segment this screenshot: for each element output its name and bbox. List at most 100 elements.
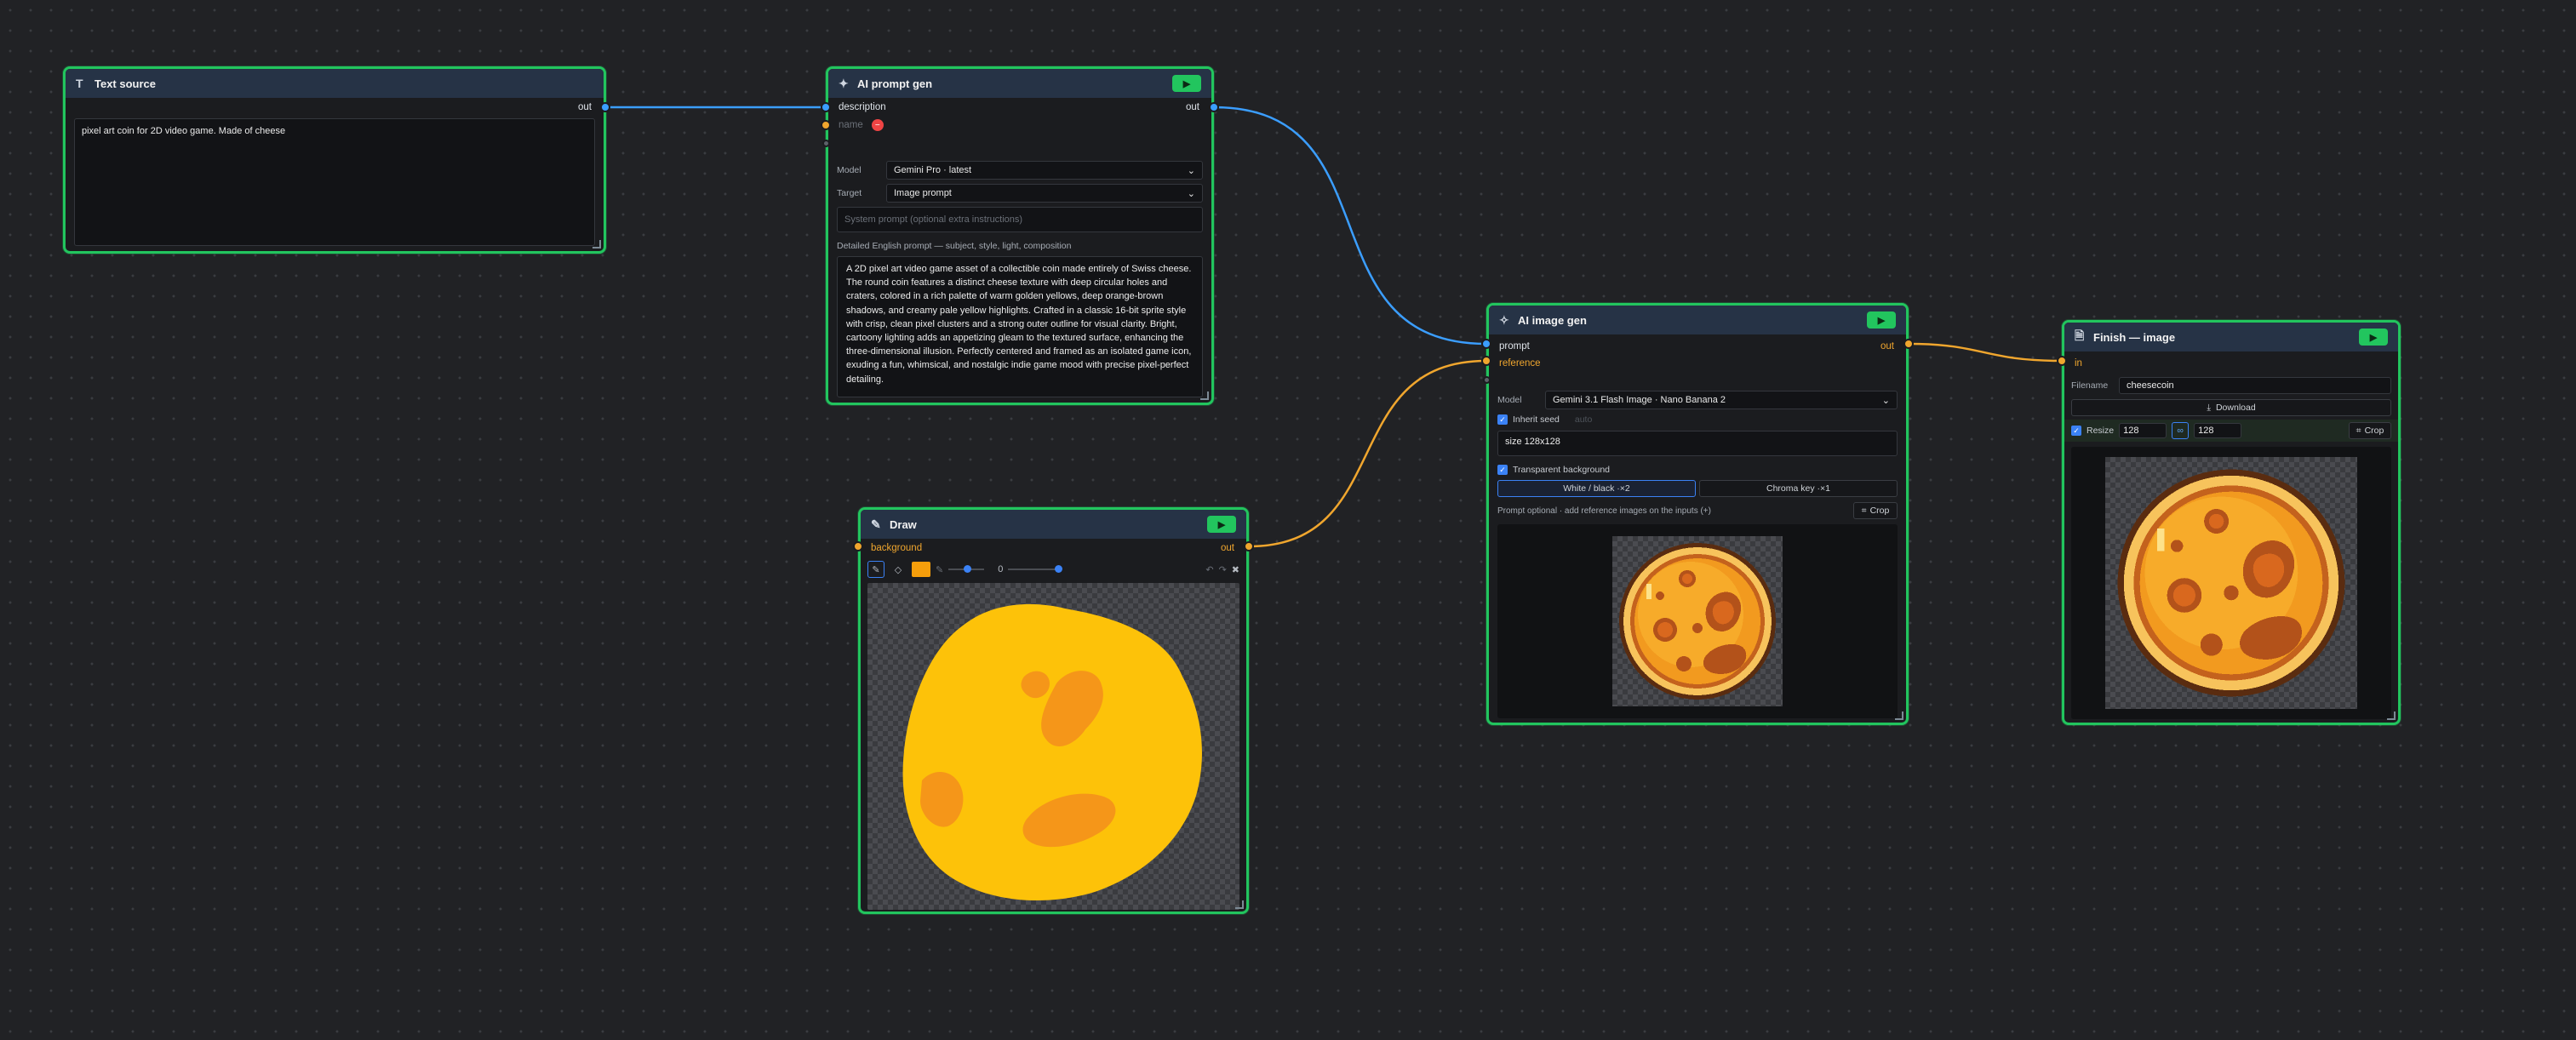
inherit-seed-checkbox[interactable]: ✓ bbox=[1497, 414, 1508, 425]
filename-row: Filename cheesecoin bbox=[2064, 375, 2398, 396]
input-prompt-label: prompt bbox=[1499, 341, 1530, 351]
image-gen-reference-socket[interactable] bbox=[1481, 356, 1491, 366]
target-select[interactable]: Image prompt ⌄ bbox=[886, 184, 1203, 203]
draw-background-socket[interactable] bbox=[853, 541, 863, 551]
width-value: 128 bbox=[2123, 426, 2139, 436]
run-button[interactable]: ▶ bbox=[1172, 75, 1201, 92]
resize-handle[interactable] bbox=[592, 240, 601, 249]
run-button[interactable]: ▶ bbox=[1867, 311, 1896, 329]
chevron-down-icon: ⌄ bbox=[1187, 165, 1195, 176]
generated-image-preview[interactable] bbox=[1497, 524, 1898, 718]
crop-icon: ⌗ bbox=[2356, 425, 2361, 436]
image-gen-output-socket[interactable] bbox=[1903, 339, 1914, 349]
download-button[interactable]: ⤓ Download bbox=[2071, 399, 2391, 416]
text-source-output-socket[interactable] bbox=[600, 102, 610, 112]
file-icon: 🗎 bbox=[2075, 329, 2085, 342]
resize-checkbox[interactable]: ✓ bbox=[2071, 426, 2081, 436]
image-gen-prompt-socket[interactable] bbox=[1481, 339, 1491, 349]
filename-value: cheesecoin bbox=[2127, 380, 2174, 391]
output-label: out bbox=[1880, 341, 1894, 351]
node-header[interactable]: 🗎 Finish — image ▶ bbox=[2064, 323, 2398, 351]
node-header[interactable]: ✦ AI prompt gen ▶ bbox=[828, 69, 1211, 98]
undo-icon[interactable]: ↶ bbox=[1205, 564, 1213, 575]
text-source-node[interactable]: T Text source out pixel art coin for 2D … bbox=[63, 66, 606, 254]
crop-label: Crop bbox=[2364, 426, 2384, 436]
filename-input[interactable]: cheesecoin bbox=[2119, 377, 2391, 394]
finish-node[interactable]: 🗎 Finish — image ▶ in Filename cheesecoi… bbox=[2062, 320, 2401, 725]
eraser-tool-icon[interactable]: ◇ bbox=[890, 561, 907, 578]
final-image-preview[interactable] bbox=[2071, 447, 2391, 719]
prompt-gen-output-socket[interactable] bbox=[1209, 102, 1219, 112]
crop-label: Crop bbox=[1869, 506, 1890, 516]
coin-image-frame bbox=[1612, 536, 1783, 706]
prompt-gen-node[interactable]: ✦ AI prompt gen ▶ description out name −… bbox=[826, 66, 1214, 405]
height-input[interactable]: 128 bbox=[2194, 423, 2242, 438]
link-icon[interactable]: ∞ bbox=[2172, 422, 2190, 439]
mode-white-black-label: White / black ·×2 bbox=[1563, 483, 1630, 494]
image-gen-node[interactable]: ✧ AI image gen ▶ prompt out reference Mo… bbox=[1486, 303, 1909, 725]
brush-size-slider[interactable] bbox=[948, 565, 985, 573]
model-select[interactable]: Gemini 3.1 Flash Image · Nano Banana 2 ⌄ bbox=[1545, 391, 1898, 409]
width-input[interactable]: 128 bbox=[2119, 423, 2167, 438]
chevron-down-icon: ⌄ bbox=[1187, 188, 1195, 199]
image-gen-add-socket[interactable] bbox=[1483, 376, 1491, 384]
download-icon: ⤓ bbox=[2207, 402, 2211, 413]
node-title: Text source bbox=[94, 77, 157, 90]
output-label: out bbox=[578, 102, 592, 112]
height-value: 128 bbox=[2198, 426, 2214, 436]
run-button[interactable]: ▶ bbox=[2359, 329, 2388, 346]
crop-icon: ⌗ bbox=[1861, 505, 1867, 516]
resize-handle[interactable] bbox=[1235, 900, 1244, 909]
run-button[interactable]: ▶ bbox=[1207, 516, 1236, 533]
remove-input-icon[interactable]: − bbox=[871, 119, 884, 131]
source-text-area[interactable]: pixel art coin for 2D video game. Made o… bbox=[74, 118, 595, 246]
brush-color-swatch[interactable] bbox=[912, 562, 930, 577]
target-field: Target Image prompt ⌄ bbox=[828, 183, 1211, 203]
output-label: out bbox=[1221, 543, 1234, 553]
final-image-frame bbox=[2105, 457, 2357, 709]
input-in-label: in bbox=[2075, 358, 2082, 369]
opacity-slider[interactable] bbox=[1008, 565, 1063, 573]
trash-icon[interactable]: ✖ bbox=[1232, 564, 1239, 575]
resize-handle[interactable] bbox=[1200, 391, 1209, 400]
cheese-coin-image bbox=[2117, 469, 2345, 697]
size-input[interactable]: size 128x128 bbox=[1497, 431, 1898, 456]
prompt-gen-add-socket[interactable] bbox=[822, 140, 830, 147]
transparent-checkbox[interactable]: ✓ bbox=[1497, 465, 1508, 475]
brush-tool-icon[interactable]: ✎ bbox=[867, 561, 884, 578]
inherit-seed-row: ✓ Inherit seed auto bbox=[1489, 410, 1906, 429]
mode-chroma-label: Chroma key ·×1 bbox=[1766, 483, 1830, 494]
resize-handle[interactable] bbox=[2387, 711, 2396, 720]
chevron-down-icon: ⌄ bbox=[1881, 395, 1890, 406]
node-header[interactable]: ✎ Draw ▶ bbox=[861, 510, 1246, 539]
drawing-canvas[interactable] bbox=[867, 583, 1239, 910]
transparent-label: Transparent background bbox=[1513, 465, 1611, 475]
crop-button[interactable]: ⌗ Crop bbox=[1853, 502, 1898, 519]
resize-handle[interactable] bbox=[1895, 711, 1903, 720]
finish-input-socket[interactable] bbox=[2057, 356, 2067, 366]
node-title: Draw bbox=[890, 517, 917, 531]
input-description-label: description bbox=[839, 102, 886, 112]
mode-chroma-button[interactable]: Chroma key ·×1 bbox=[1699, 480, 1898, 497]
draw-output-socket[interactable] bbox=[1244, 541, 1254, 551]
text-icon: T bbox=[76, 77, 83, 90]
prompt-gen-description-socket[interactable] bbox=[821, 102, 831, 112]
size-value: size 128x128 bbox=[1505, 437, 1560, 447]
model-value: Gemini Pro · latest bbox=[894, 165, 972, 175]
prompt-section-label: Detailed English prompt — subject, style… bbox=[837, 241, 1072, 251]
node-header[interactable]: ✧ AI image gen ▶ bbox=[1489, 306, 1906, 334]
target-value: Image prompt bbox=[894, 188, 952, 198]
seed-placeholder: auto bbox=[1574, 414, 1593, 425]
node-header[interactable]: T Text source bbox=[66, 69, 604, 98]
crop-button[interactable]: ⌗ Crop bbox=[2349, 422, 2391, 439]
draw-node[interactable]: ✎ Draw ▶ background out ✎ ◇ ✎ 0 ↶ ↷ ✖ bbox=[858, 507, 1249, 914]
hint-row: Prompt optional · add reference images o… bbox=[1489, 500, 1906, 521]
prompt-gen-name-socket[interactable] bbox=[821, 120, 831, 130]
redo-icon[interactable]: ↷ bbox=[1219, 564, 1227, 575]
generated-prompt-text[interactable]: A 2D pixel art video game asset of a col… bbox=[837, 256, 1203, 397]
model-select[interactable]: Gemini Pro · latest ⌄ bbox=[886, 161, 1203, 180]
wand-icon: ✦ bbox=[839, 76, 849, 90]
system-prompt-input[interactable]: System prompt (optional extra instructio… bbox=[837, 207, 1203, 232]
resize-row: ✓ Resize 128 ∞ 128 ⌗ Crop bbox=[2064, 420, 2398, 442]
mode-white-black-button[interactable]: White / black ·×2 bbox=[1497, 480, 1696, 497]
